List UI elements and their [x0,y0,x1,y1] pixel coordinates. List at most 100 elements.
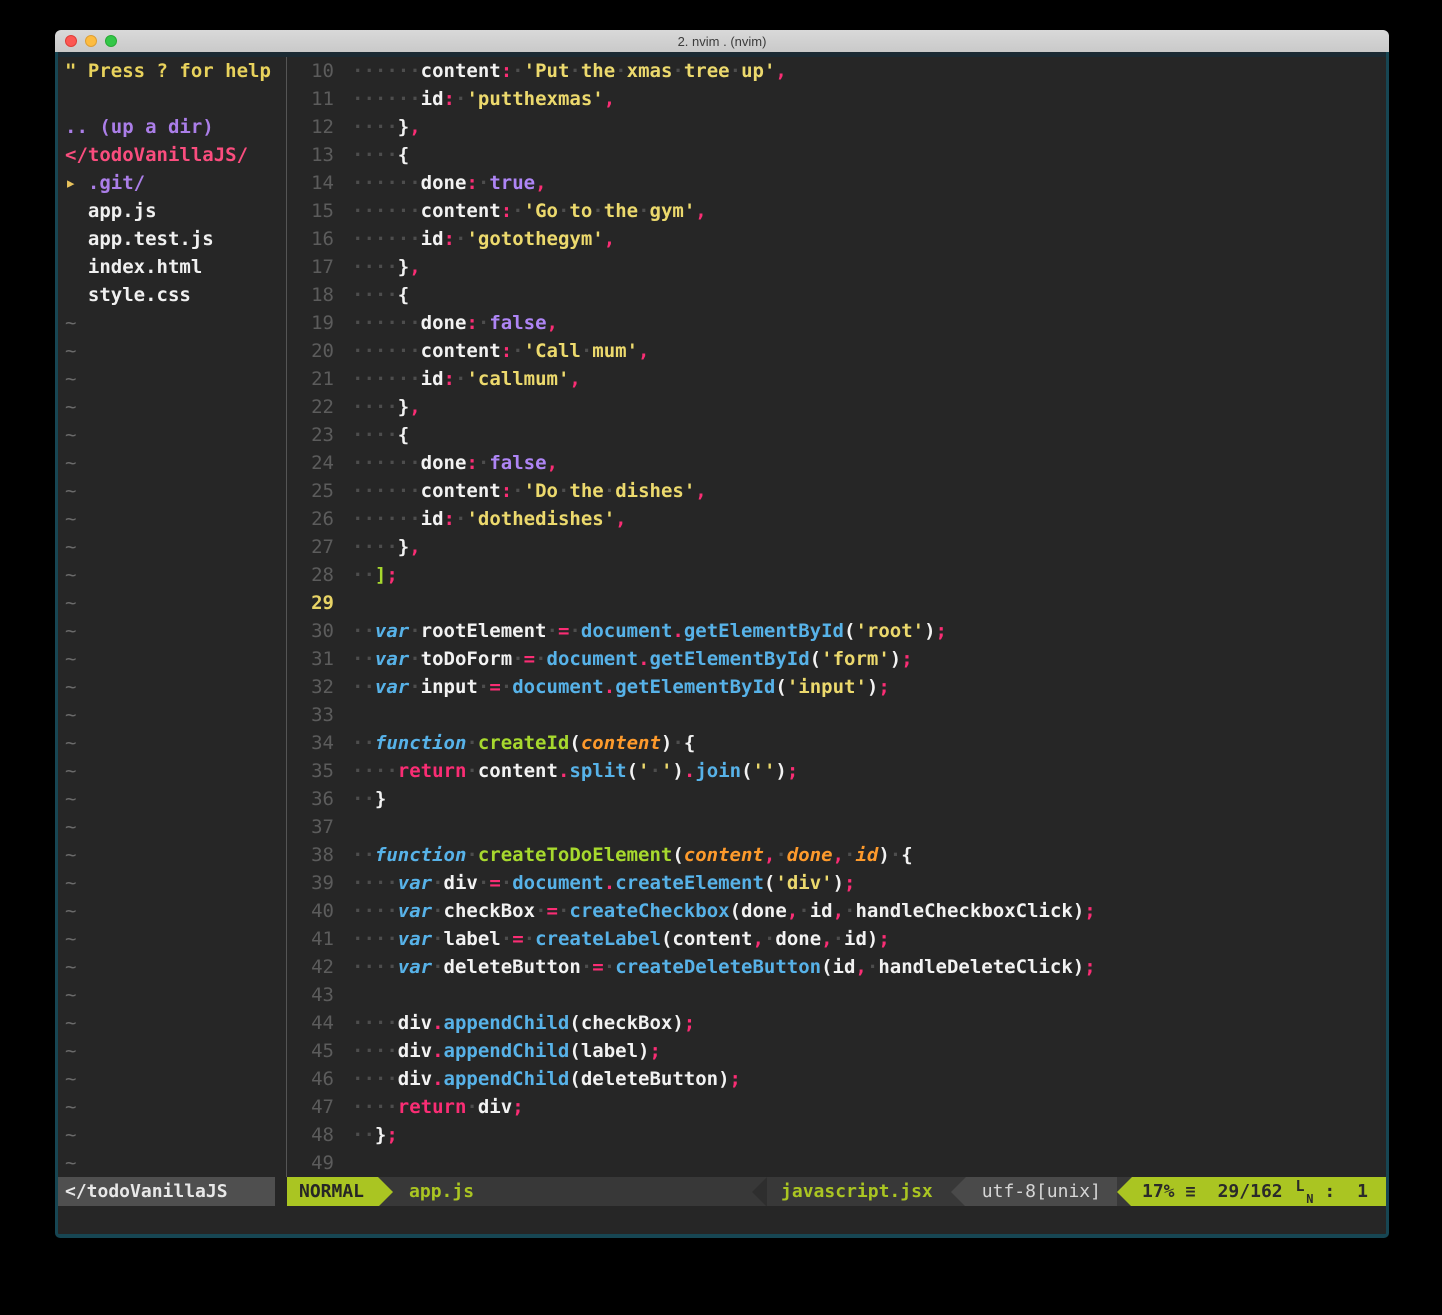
close-button[interactable] [65,35,77,47]
filename-segment: app.js [393,1177,490,1206]
tree-item[interactable]: index.html [58,253,286,281]
empty-line-tilde: ~ [58,785,286,813]
line-number-icon: ≡ [1185,1182,1195,1202]
empty-line-tilde: ~ [58,421,286,449]
empty-line-tilde: ~ [58,365,286,393]
empty-line-tilde: ~ [58,309,286,337]
line-number: 43 [287,981,334,1009]
powerline-arrow-icon [378,1177,393,1207]
tree-item[interactable]: ▸ .git/ [58,169,286,197]
code-text: ······done:·true, [334,169,547,197]
empty-line-tilde: ~ [58,869,286,897]
code-line: 39····var·div·=·document.createElement('… [287,869,1386,897]
code-line: 48··}; [287,1121,1386,1149]
code-line: 15······content:·'Go·to·the·gym', [287,197,1386,225]
code-text: ··} [334,785,386,813]
empty-line-tilde: ~ [58,673,286,701]
empty-line-tilde: ~ [58,645,286,673]
line-number: 39 [287,869,334,897]
line-number: 26 [287,505,334,533]
line-number: 27 [287,533,334,561]
code-text: ······done:·false, [334,309,558,337]
empty-line-tilde: ~ [58,729,286,757]
code-text: ······id:·'putthexmas', [334,85,615,113]
empty-line-tilde: ~ [58,757,286,785]
code-line: 31··var·toDoForm·=·document.getElementBy… [287,645,1386,673]
nerdtree-pane[interactable]: " Press ? for help.. (up a dir)</todoVan… [58,57,286,1177]
line-number: 49 [287,1149,334,1177]
code-line: 38··function·createToDoElement(content,·… [287,841,1386,869]
line-number: 17 [287,253,334,281]
empty-line-tilde: ~ [58,589,286,617]
code-text: ··function·createToDoElement(content,·do… [334,841,913,869]
code-text: ····{ [334,421,409,449]
position-segment: 17% ≡29/162 LN :1 [1132,1177,1386,1206]
code-line: 45····div.appendChild(label); [287,1037,1386,1065]
tree-text[interactable]: </todoVanillaJS/ [58,141,286,169]
empty-line-tilde: ~ [58,561,286,589]
titlebar[interactable]: 2. nvim . (nvim) [55,30,1389,52]
statusline-fill [490,1177,752,1206]
code-buffer[interactable]: 10······content:·'Put·the·xmas·tree·up',… [287,57,1386,1177]
code-text: ······content:·'Call·mum', [334,337,650,365]
line-number: 24 [287,449,334,477]
terminal-window: 2. nvim . (nvim) " Press ? for help.. (u… [55,30,1389,1238]
line-number: 13 [287,141,334,169]
code-text: ····}, [334,113,421,141]
line-number: 36 [287,785,334,813]
tree-item[interactable]: app.test.js [58,225,286,253]
line-number: 16 [287,225,334,253]
code-line: 19······done:·false, [287,309,1386,337]
empty-line-tilde: ~ [58,617,286,645]
code-text: ····var·div·=·document.createElement('di… [334,869,855,897]
tree-item[interactable]: style.css [58,281,286,309]
empty-line-tilde: ~ [58,981,286,1009]
line-number: 46 [287,1065,334,1093]
tree-item[interactable]: app.js [58,197,286,225]
code-line: 22····}, [287,393,1386,421]
code-text: ······done:·false, [334,449,558,477]
code-text: ······content:·'Put·the·xmas·tree·up', [334,57,787,85]
line-number: 41 [287,925,334,953]
empty-line-tilde: ~ [58,533,286,561]
code-line: 32··var·input·=·document.getElementById(… [287,673,1386,701]
code-line: 30··var·rootElement·=·document.getElemen… [287,617,1386,645]
code-line: 13····{ [287,141,1386,169]
minimize-button[interactable] [85,35,97,47]
tree-text[interactable]: .. (up a dir) [58,113,286,141]
code-line: 18····{ [287,281,1386,309]
code-text: ··]; [334,561,398,589]
mode-indicator: NORMAL [287,1177,378,1206]
code-text: ····{ [334,281,409,309]
code-text: ····div.appendChild(checkBox); [334,1009,695,1037]
line-number: 32 [287,673,334,701]
line-number: 18 [287,281,334,309]
filetype-segment: javascript.jsx [767,1177,951,1206]
code-line: 46····div.appendChild(deleteButton); [287,1065,1386,1093]
zoom-button[interactable] [105,35,117,47]
code-text: ··}; [334,1121,398,1149]
traffic-lights [65,35,117,47]
code-text: ··var·rootElement·=·document.getElementB… [334,617,947,645]
powerline-arrow-icon [1117,1177,1132,1207]
code-line: 34··function·createId(content)·{ [287,729,1386,757]
code-line: 25······content:·'Do·the·dishes', [287,477,1386,505]
code-text: ··var·input·=·document.getElementById('i… [334,673,890,701]
line-number: 20 [287,337,334,365]
code-line: 47····return·div; [287,1093,1386,1121]
nerdtree-statusline: </todoVanillaJS [58,1177,275,1206]
command-line[interactable] [58,1206,1386,1234]
window-title: 2. nvim . (nvim) [678,34,767,49]
code-line: 42····var·deleteButton·=·createDeleteBut… [287,953,1386,981]
line-number: 47 [287,1093,334,1121]
empty-line-tilde: ~ [58,1065,286,1093]
empty-line-tilde: ~ [58,1121,286,1149]
code-text [334,589,352,617]
tree-text [58,85,286,113]
line-number: 19 [287,309,334,337]
code-line: 10······content:·'Put·the·xmas·tree·up', [287,57,1386,85]
code-text: ····}, [334,393,421,421]
line-number: 34 [287,729,334,757]
cursor-column: 1 [1357,1181,1368,1202]
code-line: 24······done:·false, [287,449,1386,477]
